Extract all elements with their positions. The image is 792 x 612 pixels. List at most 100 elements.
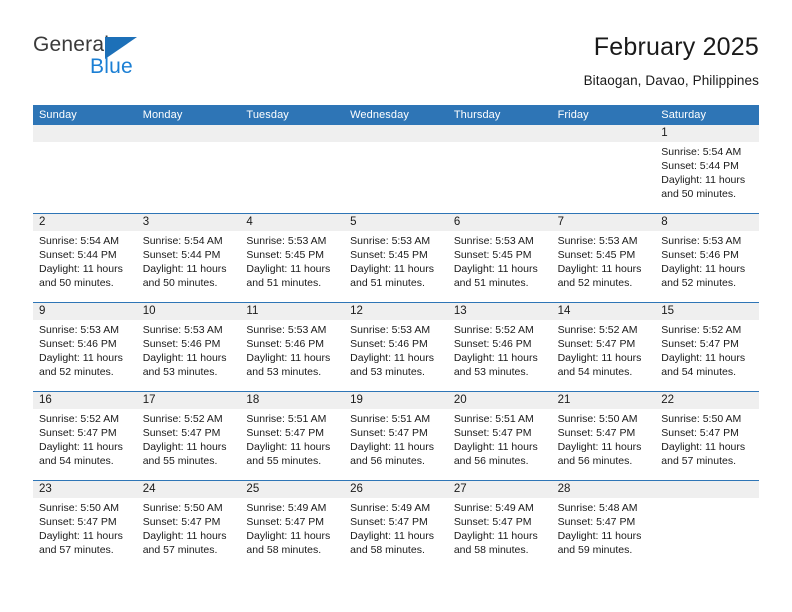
- calendar-day-cell[interactable]: 17 Sunrise: 5:52 AM Sunset: 5:47 PM Dayligh…: [137, 392, 241, 480]
- page-title: February 2025: [593, 33, 759, 61]
- sunset-text: Sunset: 5:45 PM: [246, 249, 325, 261]
- calendar-day-cell[interactable]: 22 Sunrise: 5:50 AM Sunset: 5:47 PM Dayligh…: [655, 392, 759, 480]
- day-sun-info: Sunrise: 5:52 AM Sunset: 5:47 PM Daylight:…: [143, 412, 235, 468]
- daylight-text-line1: Daylight: 11 hours: [142, 352, 227, 364]
- weekday-header-saturday: Saturday: [661, 109, 707, 121]
- sunset-text: Sunset: 5:44 PM: [142, 249, 221, 261]
- day-number: 19: [350, 394, 363, 406]
- day-sun-info: Sunrise: 5:51 AM Sunset: 5:47 PM Daylight:…: [350, 412, 442, 468]
- day-sun-info: Sunrise: 5:50 AM Sunset: 5:47 PM Daylight:…: [39, 501, 131, 557]
- calendar-day-cell[interactable]: 10 Sunrise: 5:53 AM Sunset: 5:46 PM Dayligh…: [137, 303, 241, 391]
- calendar-day-cell[interactable]: 21 Sunrise: 5:50 AM Sunset: 5:47 PM Dayligh…: [552, 392, 656, 480]
- calendar-day-cell[interactable]: 25 Sunrise: 5:49 AM Sunset: 5:47 PM Dayligh…: [240, 481, 344, 569]
- day-number: 8: [661, 216, 668, 228]
- calendar-day-cell[interactable]: 27 Sunrise: 5:49 AM Sunset: 5:47 PM Dayligh…: [448, 481, 552, 569]
- calendar-day-cell[interactable]: 16 Sunrise: 5:52 AM Sunset: 5:47 PM Dayligh…: [33, 392, 137, 480]
- calendar-table: Sunday Monday Tuesday Wednesday Thursday Frid…: [33, 105, 759, 569]
- calendar-day-cell[interactable]: 12 Sunrise: 5:53 AM Sunset: 5:46 PM Dayligh…: [344, 303, 448, 391]
- calendar-day-cell[interactable]: 9 Sunrise: 5:53 AM Sunset: 5:46 PM Daylight…: [33, 303, 137, 391]
- daylight-text-line2: and 53 minutes.: [246, 366, 322, 378]
- weekday-header-wednesday: Wednesday: [350, 109, 409, 121]
- day-sun-info: Sunrise: 5:54 AM Sunset: 5:44 PM Daylight:…: [39, 234, 131, 290]
- day-number: 2: [39, 216, 46, 228]
- daylight-text-line2: and 52 minutes.: [661, 277, 736, 289]
- weekday-header-thursday: Thursday: [453, 109, 501, 121]
- daylight-text-line2: and 59 minutes.: [557, 544, 633, 556]
- daylight-text-line1: Daylight: 11 hours: [661, 441, 746, 453]
- calendar-day-cell[interactable]: 19 Sunrise: 5:51 AM Sunset: 5:47 PM Dayligh…: [344, 392, 448, 480]
- sunrise-text: Sunrise: 5:52 AM: [39, 413, 119, 425]
- calendar-day-cell[interactable]: 7 Sunrise: 5:53 AM Sunset: 5:45 PM Daylight…: [552, 214, 656, 302]
- daylight-text-line1: Daylight: 11 hours: [39, 263, 123, 275]
- general-blue-logo[interactable]: General Blue: [33, 33, 163, 81]
- calendar-day-cell[interactable]: 2 Sunrise: 5:54 AM Sunset: 5:44 PM Daylight…: [33, 214, 137, 302]
- sunset-text: Sunset: 5:47 PM: [350, 516, 428, 528]
- calendar-day-cell[interactable]: 4 Sunrise: 5:53 AM Sunset: 5:45 PM Daylight…: [240, 214, 344, 302]
- calendar-day-cell[interactable]: 24 Sunrise: 5:50 AM Sunset: 5:47 PM Dayligh…: [137, 481, 241, 569]
- calendar-day-cell[interactable]: 1 Sunrise: 5:54 AM Sunset: 5:44 PM Daylight…: [655, 125, 759, 213]
- sunrise-text: Sunrise: 5:54 AM: [661, 146, 742, 158]
- day-sun-info: Sunrise: 5:50 AM Sunset: 5:47 PM Daylight:…: [143, 501, 235, 557]
- calendar-day-cell[interactable]: 18 Sunrise: 5:51 AM Sunset: 5:47 PM Dayligh…: [240, 392, 344, 480]
- sunset-text: Sunset: 5:47 PM: [557, 427, 636, 439]
- calendar-day-cell[interactable]: 28 Sunrise: 5:48 AM Sunset: 5:47 PM Dayligh…: [552, 481, 656, 569]
- day-sun-info: Sunrise: 5:50 AM Sunset: 5:47 PM Daylight:…: [558, 412, 650, 468]
- day-number: [558, 125, 650, 142]
- calendar-day-cell[interactable]: 15 Sunrise: 5:52 AM Sunset: 5:47 PM Dayligh…: [655, 303, 759, 391]
- logo-text-general: General: [33, 33, 110, 56]
- sunrise-text: Sunrise: 5:53 AM: [246, 235, 327, 247]
- daylight-text-line2: and 55 minutes.: [142, 455, 218, 467]
- daylight-text-line1: Daylight: 11 hours: [557, 263, 642, 275]
- logo-text-blue: Blue: [90, 55, 133, 78]
- daylight-text-line1: Daylight: 11 hours: [453, 352, 538, 364]
- day-number: 9: [39, 305, 46, 317]
- calendar-week-row: 1 Sunrise: 5:54 AM Sunset: 5:44 PM Daylight…: [33, 125, 759, 213]
- daylight-text-line1: Daylight: 11 hours: [246, 530, 331, 542]
- daylight-text-line2: and 58 minutes.: [453, 544, 529, 556]
- sunrise-text: Sunrise: 5:50 AM: [142, 502, 223, 514]
- daylight-text-line1: Daylight: 11 hours: [142, 263, 227, 275]
- location-subtitle: Bitaogan, Davao, Philippines: [583, 73, 759, 88]
- sunset-text: Sunset: 5:44 PM: [661, 160, 739, 172]
- daylight-text-line2: and 57 minutes.: [142, 544, 218, 556]
- day-number: 14: [557, 305, 571, 317]
- daylight-text-line1: Daylight: 11 hours: [350, 263, 434, 275]
- sunset-text: Sunset: 5:47 PM: [661, 338, 739, 350]
- day-number: [39, 125, 131, 142]
- weekday-header-tuesday: Tuesday: [246, 109, 289, 121]
- sunset-text: Sunset: 5:46 PM: [142, 338, 221, 350]
- day-sun-info: Sunrise: 5:53 AM Sunset: 5:46 PM Daylight:…: [39, 323, 131, 379]
- calendar-day-cell[interactable]: 13 Sunrise: 5:52 AM Sunset: 5:46 PM Dayligh…: [448, 303, 552, 391]
- daylight-text-line2: and 58 minutes.: [350, 544, 425, 556]
- calendar-day-cell[interactable]: 5 Sunrise: 5:53 AM Sunset: 5:45 PM Daylight…: [344, 214, 448, 302]
- day-number: [661, 481, 753, 498]
- day-sun-info: Sunrise: 5:53 AM Sunset: 5:45 PM Daylight:…: [454, 234, 546, 290]
- sunrise-text: Sunrise: 5:54 AM: [39, 235, 119, 247]
- day-number: 25: [246, 483, 260, 495]
- calendar-day-cell[interactable]: 3 Sunrise: 5:54 AM Sunset: 5:44 PM Daylight…: [137, 214, 241, 302]
- day-sun-info: Sunrise: 5:51 AM Sunset: 5:47 PM Daylight:…: [246, 412, 338, 468]
- daylight-text-line2: and 54 minutes.: [661, 366, 736, 378]
- calendar-day-cell[interactable]: 20 Sunrise: 5:51 AM Sunset: 5:47 PM Dayligh…: [448, 392, 552, 480]
- day-sun-info: Sunrise: 5:49 AM Sunset: 5:47 PM Daylight:…: [350, 501, 442, 557]
- calendar-day-cell[interactable]: 14 Sunrise: 5:52 AM Sunset: 5:47 PM Dayligh…: [552, 303, 656, 391]
- calendar-day-cell[interactable]: 8 Sunrise: 5:53 AM Sunset: 5:46 PM Daylight…: [655, 214, 759, 302]
- day-sun-info: Sunrise: 5:53 AM Sunset: 5:46 PM Daylight:…: [661, 234, 753, 290]
- calendar-day-cell[interactable]: 11 Sunrise: 5:53 AM Sunset: 5:46 PM Dayligh…: [240, 303, 344, 391]
- calendar-day-cell[interactable]: 23 Sunrise: 5:50 AM Sunset: 5:47 PM Dayligh…: [33, 481, 137, 569]
- sunrise-text: Sunrise: 5:53 AM: [350, 324, 431, 336]
- daylight-text-line1: Daylight: 11 hours: [350, 530, 434, 542]
- sunrise-text: Sunrise: 5:48 AM: [557, 502, 638, 514]
- calendar-day-cell[interactable]: 6 Sunrise: 5:53 AM Sunset: 5:45 PM Daylight…: [448, 214, 552, 302]
- weekday-header-row: Sunday Monday Tuesday Wednesday Thursday Frid…: [33, 105, 759, 125]
- sunrise-text: Sunrise: 5:53 AM: [142, 324, 223, 336]
- daylight-text-line2: and 54 minutes.: [39, 455, 114, 467]
- day-sun-info: Sunrise: 5:49 AM Sunset: 5:47 PM Daylight:…: [246, 501, 338, 557]
- sunrise-text: Sunrise: 5:53 AM: [246, 324, 327, 336]
- calendar-day-cell[interactable]: 26 Sunrise: 5:49 AM Sunset: 5:47 PM Dayligh…: [344, 481, 448, 569]
- day-number: 10: [142, 305, 156, 317]
- calendar-week-row: 16 Sunrise: 5:52 AM Sunset: 5:47 PM Dayligh…: [33, 391, 759, 480]
- daylight-text-line1: Daylight: 11 hours: [142, 530, 227, 542]
- sunrise-text: Sunrise: 5:50 AM: [557, 413, 638, 425]
- day-number: 6: [453, 216, 461, 228]
